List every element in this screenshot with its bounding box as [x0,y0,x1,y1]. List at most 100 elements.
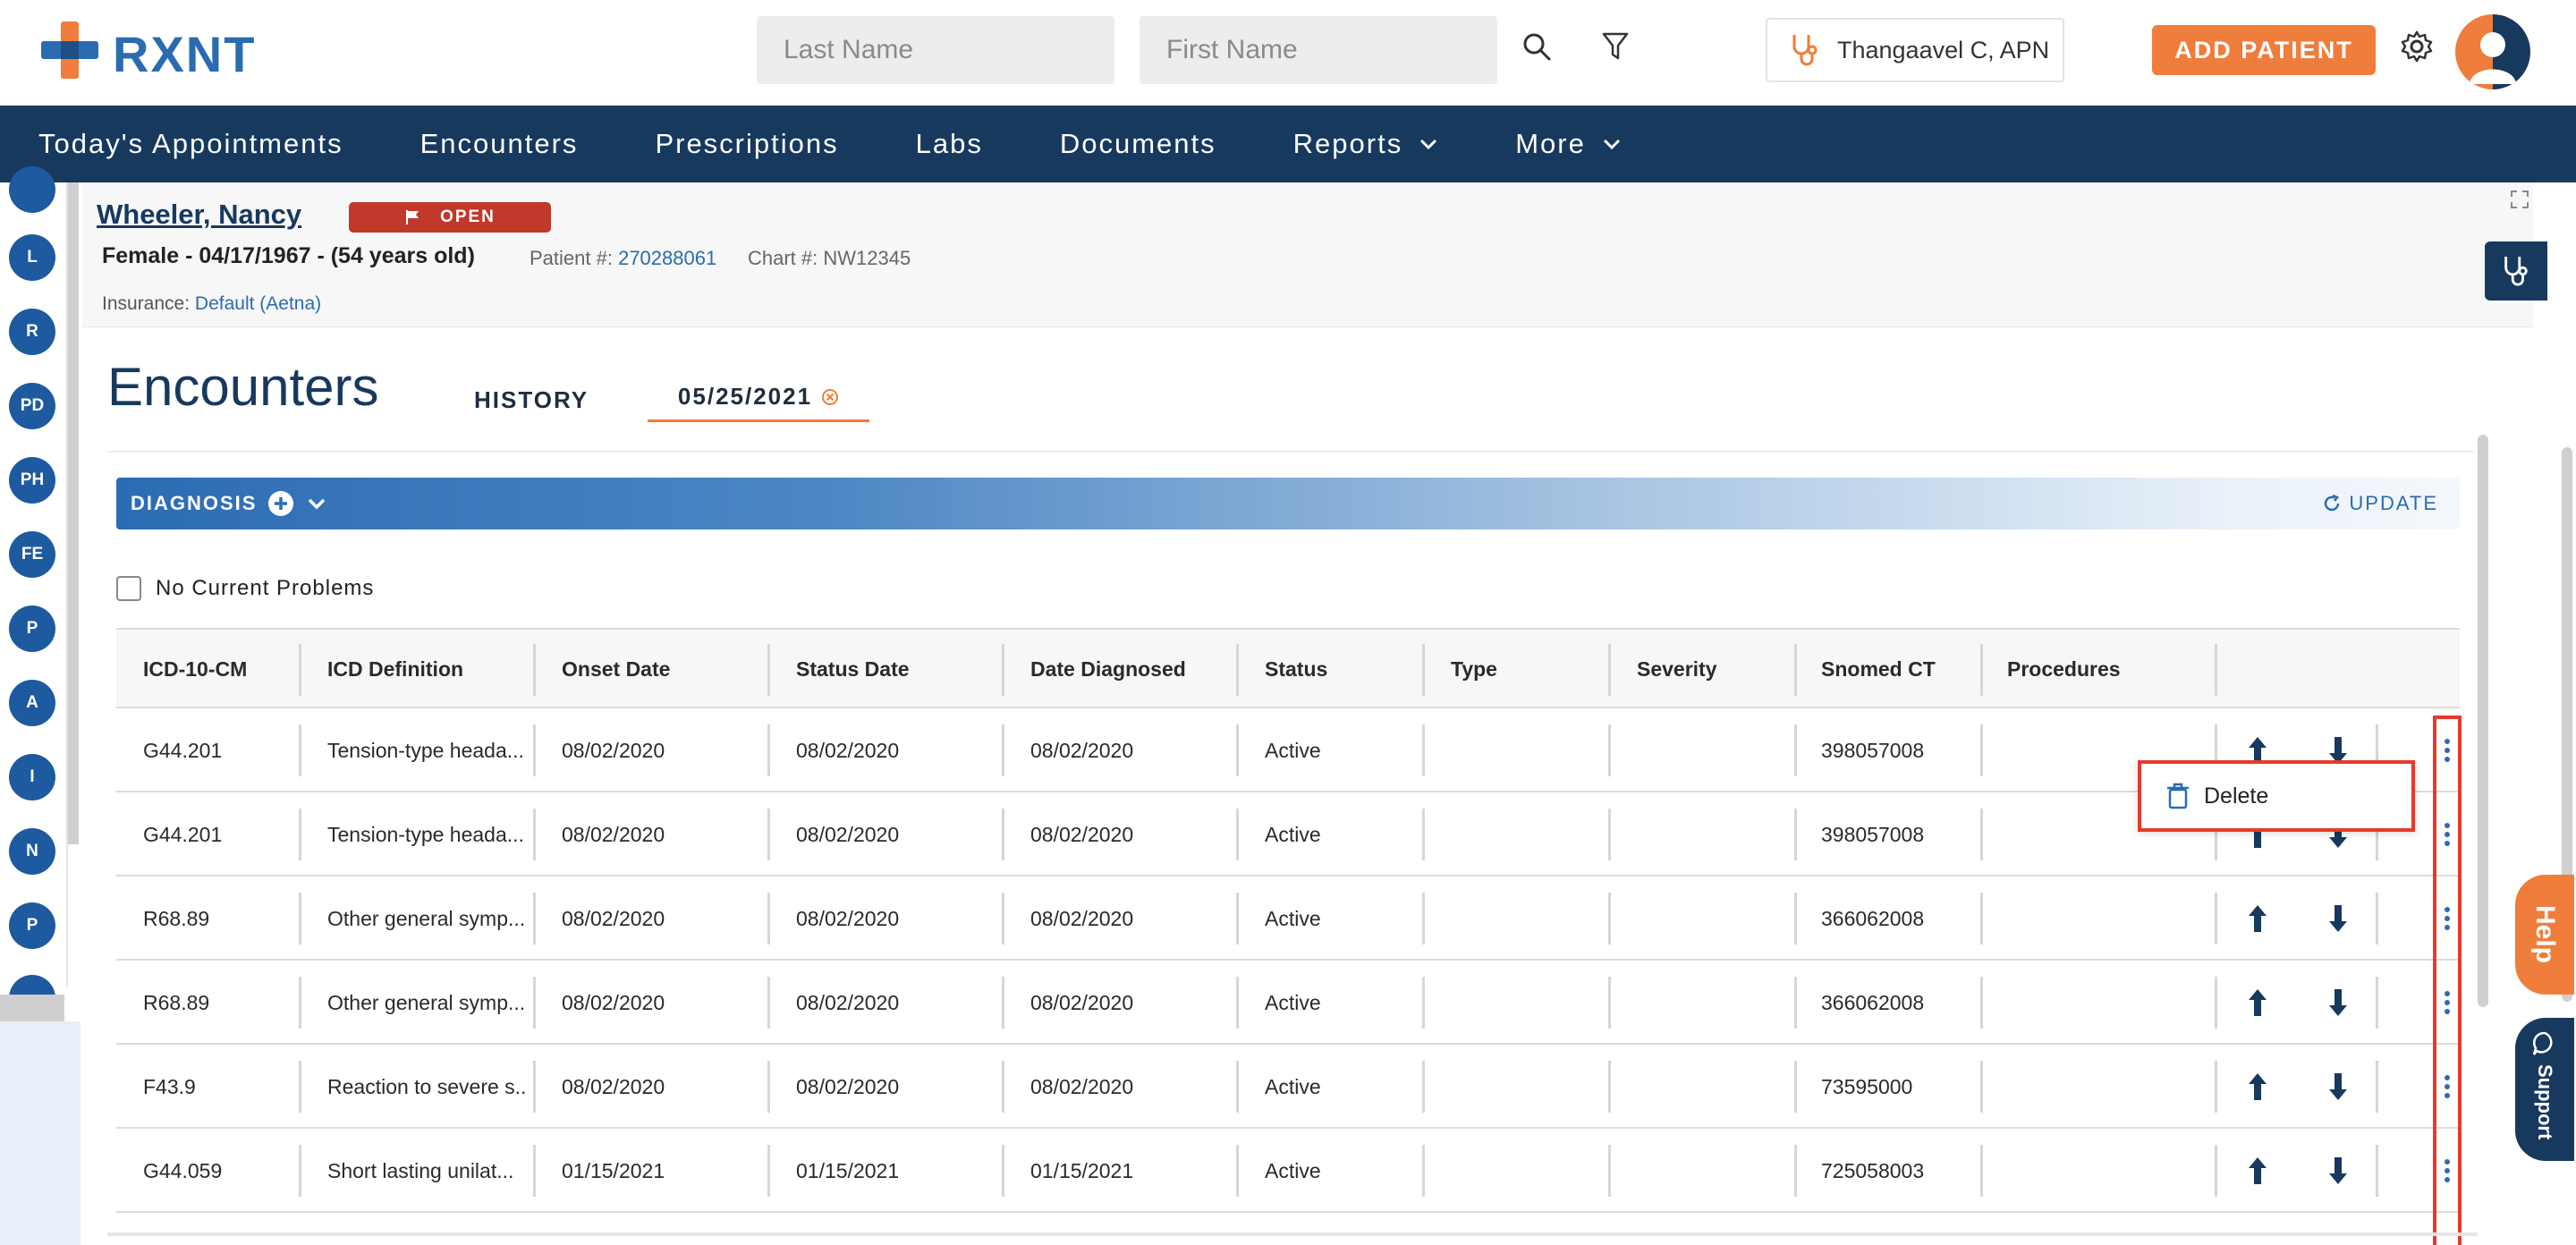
expand-icon[interactable] [2510,190,2529,209]
rail-item-l[interactable]: L [9,234,55,281]
nav-documents[interactable]: Documents [1060,128,1216,160]
column-separator [1236,893,1239,944]
cell-status-date: 08/02/2020 [796,906,900,930]
patient-name-link[interactable]: Wheeler, Nancy [97,199,301,231]
column-separator [299,809,301,860]
column-separator [299,1145,301,1197]
help-tab[interactable]: Help [2515,875,2574,995]
table-row[interactable]: F43.9 Reaction to severe s... 08/02/2020 08… [116,1045,2460,1129]
no-current-problems-option[interactable]: No Current Problems [116,576,374,601]
content-bottom-border [107,1232,2478,1236]
content-scrollbar[interactable] [2478,435,2488,1007]
nav-more[interactable]: More [1515,128,1622,160]
tab-encounter-date[interactable]: 05/25/2021 [648,374,869,422]
column-separator [1002,977,1004,1029]
column-header-date-diagnosed[interactable]: Date Diagnosed [1030,630,1186,708]
last-name-input[interactable] [757,16,1114,84]
column-separator [1002,1145,1004,1197]
rail-item-fe[interactable]: FE [9,531,55,578]
patient-number-label: Patient #: [530,247,613,269]
add-patient-button[interactable]: ADD PATIENT [2152,25,2376,75]
move-down-arrow-icon[interactable] [2326,1156,2351,1186]
nav-prescriptions[interactable]: Prescriptions [655,128,838,160]
rail-item-p[interactable]: P [9,606,55,652]
column-separator [533,893,536,944]
column-header-type[interactable]: Type [1451,630,1497,708]
rail-item-pd[interactable]: PD [9,383,55,429]
cell-date-diagnosed: 08/02/2020 [1030,906,1134,930]
move-down-arrow-icon[interactable] [2326,987,2351,1018]
delete-menu-item[interactable]: Delete [2204,783,2268,809]
column-separator [1980,1061,1983,1113]
move-down-arrow-icon[interactable] [2326,1071,2351,1102]
column-header-severity[interactable]: Severity [1637,630,1717,708]
move-up-arrow-icon[interactable] [2245,1071,2270,1102]
cell-icd-definition: Other general symp... [327,906,526,930]
refresh-icon [2325,494,2340,512]
add-diagnosis-icon[interactable] [267,490,294,517]
table-row[interactable]: G44.059 Short lasting unilat... 01/15/2021… [116,1129,2460,1213]
table-row[interactable]: R68.89 Other general symp... 08/02/2020 08/… [116,961,2460,1045]
column-header-icd-definition[interactable]: ICD Definition [327,630,463,708]
column-separator [767,977,770,1029]
patient-number-value[interactable]: 270288061 [618,247,716,269]
rail-item-n[interactable]: N [9,828,55,875]
column-header-status-date[interactable]: Status Date [796,630,910,708]
cell-snomed-ct: 725058003 [1821,1158,1925,1182]
column-separator [1608,809,1611,860]
insurance-link[interactable]: Default (Aetna) [195,293,321,314]
column-header-procedures[interactable]: Procedures [2007,630,2121,708]
rail-item-ph[interactable]: PH [9,457,55,504]
user-avatar[interactable] [2455,14,2530,89]
column-header-snomed-ct[interactable]: Snomed CT [1821,630,1936,708]
table-row[interactable]: R68.89 Other general symp... 08/02/2020 08/… [116,877,2460,961]
column-separator [1422,724,1425,776]
first-name-input[interactable] [1140,16,1497,84]
rxnt-logo[interactable]: RXNT [41,20,265,82]
cell-status-date: 08/02/2020 [796,1074,900,1098]
column-header-icd10[interactable]: ICD-10-CM [143,630,247,708]
search-icon[interactable] [1519,27,1555,66]
update-button[interactable]: UPDATE [2322,492,2438,515]
column-separator [1002,893,1004,944]
column-header-onset-date[interactable]: Onset Date [562,630,670,708]
move-down-arrow-icon[interactable] [2326,903,2351,934]
support-tab[interactable]: Support [2515,1018,2574,1161]
diagnosis-section-header: DIAGNOSIS UPDATE [116,478,2460,529]
patient-number: Patient #: 270288061 [530,247,716,270]
rail-item-p2[interactable]: P [9,902,55,949]
table-row[interactable]: G44.201 Tension-type heada... 08/02/2020 08… [116,708,2460,792]
no-current-problems-checkbox[interactable] [116,576,141,601]
close-circle-icon[interactable] [821,388,839,406]
column-separator [1980,1145,1983,1197]
settings-gear-icon[interactable] [2397,27,2436,66]
column-separator [1002,809,1004,860]
chevron-down-icon[interactable] [307,497,326,510]
cell-snomed-ct: 366062008 [1821,906,1925,930]
insurance-label: Insurance: [102,293,191,314]
rail-item-partial[interactable] [9,166,55,213]
column-separator [767,1145,770,1197]
column-header-status[interactable]: Status [1265,630,1327,708]
left-rail-scrollbar[interactable] [68,182,79,844]
provider-selector[interactable]: Thangaavel C, APN [1766,18,2064,82]
nav-reports[interactable]: Reports [1293,128,1439,160]
rail-item-i[interactable]: I [9,754,55,800]
filter-icon[interactable] [1597,27,1633,66]
move-up-arrow-icon[interactable] [2245,987,2270,1018]
move-up-arrow-icon[interactable] [2245,1156,2270,1186]
table-row[interactable]: G44.201 Tension-type heada... 08/02/2020 08… [116,792,2460,877]
cell-status-date: 08/02/2020 [796,822,900,846]
rail-item-a[interactable]: A [9,680,55,726]
cell-onset-date: 08/02/2020 [562,822,665,846]
nav-labs[interactable]: Labs [916,128,983,160]
tab-history[interactable]: HISTORY [474,386,589,414]
status-badge-label: OPEN [440,208,496,226]
side-stethoscope-button[interactable] [2485,241,2547,301]
row-context-menu[interactable]: Delete [2138,760,2415,832]
column-separator [1608,1061,1611,1113]
nav-todays-appointments[interactable]: Today's Appointments [38,128,343,160]
rail-item-r[interactable]: R [9,309,55,355]
move-up-arrow-icon[interactable] [2245,903,2270,934]
nav-encounters[interactable]: Encounters [420,128,579,160]
